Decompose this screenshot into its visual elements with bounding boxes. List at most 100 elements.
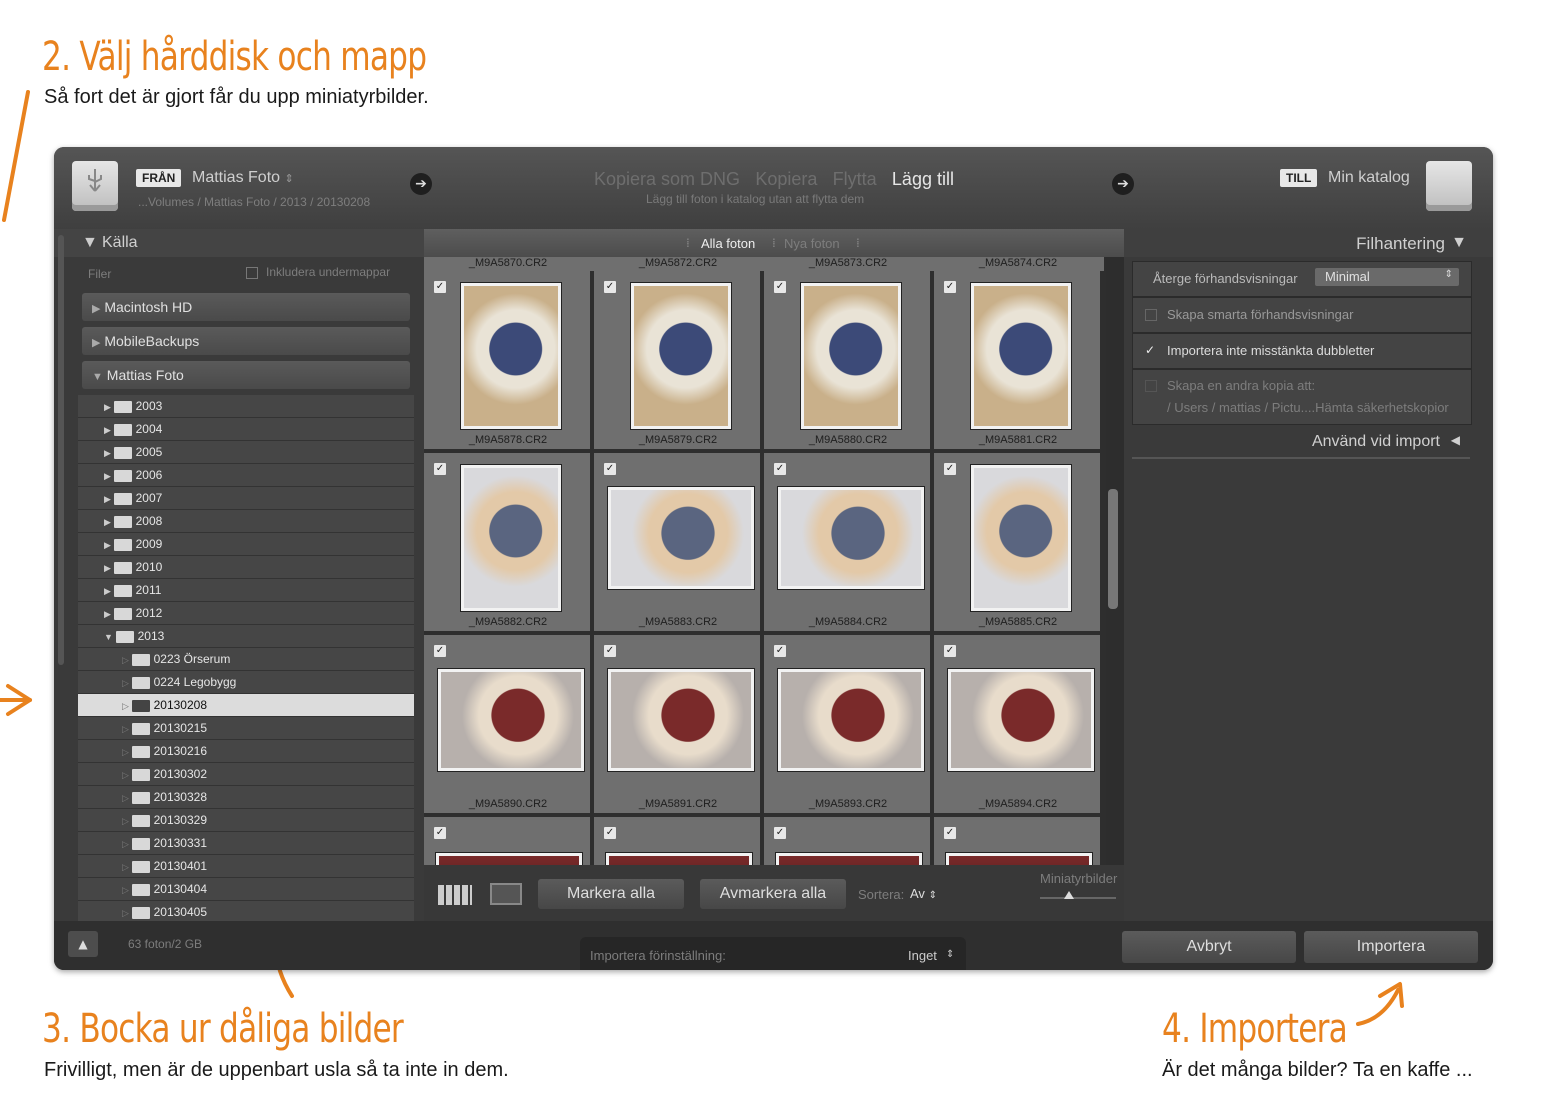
thumbnail-cell[interactable]: ✓ _M9A5890.CR2 xyxy=(424,635,592,815)
select-all-button[interactable]: Markera alla xyxy=(538,879,684,909)
photo-thumbnail[interactable] xyxy=(776,853,922,865)
usb-drive-icon[interactable] xyxy=(72,161,118,211)
thumbnail-cell[interactable]: ✓ xyxy=(594,817,762,865)
thumbnail-cell[interactable]: ✓ _M9A5882.CR2 xyxy=(424,453,592,633)
folder-20130401[interactable]: ▷ 20130401 xyxy=(78,855,414,878)
photo-thumbnail[interactable] xyxy=(971,283,1071,429)
include-checkbox[interactable]: ✓ xyxy=(604,645,616,657)
thumbnail-cell[interactable]: ✓ _M9A5891.CR2 xyxy=(594,635,762,815)
mode-add[interactable]: Lägg till xyxy=(892,169,954,189)
grid-scrollbar[interactable] xyxy=(1108,489,1118,609)
photo-thumbnail[interactable] xyxy=(946,853,1092,865)
include-checkbox[interactable]: ✓ xyxy=(604,463,616,475)
collapse-up-icon[interactable]: ▲ xyxy=(68,931,98,957)
include-subfolders-checkbox[interactable] xyxy=(246,267,258,279)
include-checkbox[interactable]: ✓ xyxy=(434,827,446,839)
smart-previews-checkbox[interactable] xyxy=(1145,309,1157,321)
include-checkbox[interactable]: ✓ xyxy=(604,827,616,839)
thumbnail-cell[interactable]: ✓ _M9A5880.CR2 xyxy=(764,271,932,451)
grid-view-icon[interactable] xyxy=(438,885,472,905)
thumbnail-cell[interactable]: ✓ _M9A5885.CR2 xyxy=(934,453,1102,633)
photo-thumbnail[interactable] xyxy=(436,853,582,865)
file-handling-header[interactable]: Filhantering ▼ xyxy=(1124,229,1493,257)
include-checkbox[interactable]: ✓ xyxy=(434,645,446,657)
folder-20130329[interactable]: ▷ 20130329 xyxy=(78,809,414,832)
tab-all-photos[interactable]: Alla foton xyxy=(701,236,755,251)
include-checkbox[interactable]: ✓ xyxy=(944,827,956,839)
folder-year-2011[interactable]: ▶ 2011 xyxy=(78,579,414,602)
include-checkbox[interactable]: ✓ xyxy=(944,463,956,475)
include-checkbox[interactable]: ✓ xyxy=(774,281,786,293)
photo-thumbnail[interactable] xyxy=(971,465,1071,611)
mode-copy-dng[interactable]: Kopiera som DNG xyxy=(594,169,740,189)
loupe-view-icon[interactable] xyxy=(490,883,522,905)
folder-20130331[interactable]: ▷ 20130331 xyxy=(78,832,414,855)
photo-thumbnail[interactable] xyxy=(631,283,731,429)
include-checkbox[interactable]: ✓ xyxy=(774,463,786,475)
photo-thumbnail[interactable] xyxy=(778,487,924,589)
photo-thumbnail[interactable] xyxy=(461,465,561,611)
thumbnail-cell[interactable]: ✓ xyxy=(424,817,592,865)
folder-year-2005[interactable]: ▶ 2005 xyxy=(78,441,414,464)
folder-20130208[interactable]: ▷ 20130208 xyxy=(78,694,414,717)
folder-year-2009[interactable]: ▶ 2009 xyxy=(78,533,414,556)
photo-thumbnail[interactable] xyxy=(438,669,584,771)
hard-drive-icon[interactable] xyxy=(1426,161,1472,211)
source-panel-header[interactable]: ▼ Källa xyxy=(54,229,424,257)
thumbnail-cell[interactable]: ✓ _M9A5883.CR2 xyxy=(594,453,762,633)
source-name[interactable]: Mattias Foto ⇕ xyxy=(192,169,294,187)
left-scrollbar[interactable] xyxy=(58,235,64,665)
thumbnail-cell[interactable]: ✓ _M9A5881.CR2 xyxy=(934,271,1102,451)
folder-year-2013[interactable]: ▼ 2013 xyxy=(78,625,414,648)
mode-copy[interactable]: Kopiera xyxy=(755,169,817,189)
include-checkbox[interactable]: ✓ xyxy=(434,281,446,293)
folder-0224-legobygg[interactable]: ▷ 0224 Legobygg xyxy=(78,671,414,694)
include-checkbox[interactable]: ✓ xyxy=(604,281,616,293)
folder-20130216[interactable]: ▷ 20130216 xyxy=(78,740,414,763)
photo-thumbnail[interactable] xyxy=(608,669,754,771)
thumbnail-cell[interactable]: ✓ _M9A5894.CR2 xyxy=(934,635,1102,815)
destination-name[interactable]: Min katalog xyxy=(1328,169,1410,187)
thumbnail-cell[interactable]: ✓ _M9A5879.CR2 xyxy=(594,271,762,451)
thumbnail-cell[interactable]: ✓ xyxy=(764,817,932,865)
volume-mattias-foto[interactable]: ▼ Mattias Foto xyxy=(82,361,410,389)
folder-0223-örserum[interactable]: ▷ 0223 Örserum xyxy=(78,648,414,671)
thumbnail-cell[interactable]: ✓ _M9A5893.CR2 xyxy=(764,635,932,815)
folder-year-2004[interactable]: ▶ 2004 xyxy=(78,418,414,441)
folder-year-2006[interactable]: ▶ 2006 xyxy=(78,464,414,487)
slider-handle[interactable] xyxy=(1064,891,1074,899)
photo-thumbnail[interactable] xyxy=(778,669,924,771)
photo-thumbnail[interactable] xyxy=(606,853,752,865)
photo-thumbnail[interactable] xyxy=(608,487,754,589)
photo-thumbnail[interactable] xyxy=(948,669,1094,771)
import-button[interactable]: Importera xyxy=(1304,931,1478,963)
include-checkbox[interactable]: ✓ xyxy=(774,827,786,839)
import-preset[interactable]: Importera förinställning: Inget ⇕ xyxy=(580,937,966,970)
apply-on-import-header[interactable]: Använd vid import ◀ xyxy=(1124,429,1470,457)
folder-20130302[interactable]: ▷ 20130302 xyxy=(78,763,414,786)
photo-thumbnail[interactable] xyxy=(801,283,901,429)
folder-year-2003[interactable]: ▶ 2003 xyxy=(78,395,414,418)
deselect-all-button[interactable]: Avmarkera alla xyxy=(700,879,846,909)
include-checkbox[interactable]: ✓ xyxy=(944,645,956,657)
include-checkbox[interactable]: ✓ xyxy=(944,281,956,293)
mode-move[interactable]: Flytta xyxy=(833,169,877,189)
photo-thumbnail[interactable] xyxy=(461,283,561,429)
thumbnail-cell[interactable]: ✓ _M9A5878.CR2 xyxy=(424,271,592,451)
include-checkbox[interactable]: ✓ xyxy=(434,463,446,475)
folder-20130404[interactable]: ▷ 20130404 xyxy=(78,878,414,901)
thumbnail-cell[interactable]: ✓ _M9A5884.CR2 xyxy=(764,453,932,633)
tab-new-photos[interactable]: Nya foton xyxy=(784,236,840,251)
folder-20130328[interactable]: ▷ 20130328 xyxy=(78,786,414,809)
thumbnail-cell[interactable]: ✓ xyxy=(934,817,1102,865)
folder-year-2012[interactable]: ▶ 2012 xyxy=(78,602,414,625)
thumbnail-size-slider[interactable] xyxy=(1040,897,1116,899)
folder-year-2007[interactable]: ▶ 2007 xyxy=(78,487,414,510)
second-copy-checkbox[interactable] xyxy=(1145,380,1157,392)
folder-year-2008[interactable]: ▶ 2008 xyxy=(78,510,414,533)
cancel-button[interactable]: Avbryt xyxy=(1122,931,1296,963)
volume-mobilebackups[interactable]: ▶ MobileBackups xyxy=(82,327,410,355)
include-checkbox[interactable]: ✓ xyxy=(774,645,786,657)
previews-select[interactable]: Minimal ⇕ xyxy=(1315,268,1459,286)
folder-20130215[interactable]: ▷ 20130215 xyxy=(78,717,414,740)
